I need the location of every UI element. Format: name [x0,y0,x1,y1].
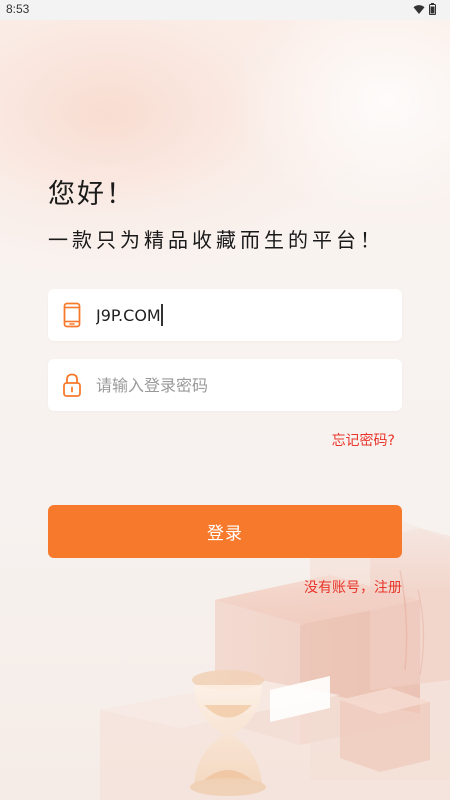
login-screen: 8:53 您好！ 一款只为精品收藏而生的平台！ J9P.COM 忘记密码? 登录… [0,0,450,800]
account-input[interactable] [96,289,386,341]
password-field[interactable] [48,359,402,411]
password-input[interactable] [96,359,386,411]
text-caret [161,304,163,326]
forgot-password-link[interactable]: 忘记密码? [332,430,395,450]
background-highlight [230,20,450,220]
phone-icon [63,302,81,328]
battery-icon [429,3,436,15]
lock-icon [63,373,81,397]
register-link[interactable]: 没有账号，注册 [304,577,402,597]
wifi-icon [413,4,425,14]
greeting-title: 您好！ [48,179,135,210]
status-bar: 8:53 [0,0,450,20]
status-icons [413,3,436,15]
status-time: 8:53 [6,2,30,16]
account-field[interactable] [48,289,402,341]
greeting-subtitle: 一款只为精品收藏而生的平台！ [48,228,384,252]
login-button[interactable]: 登录 [48,505,402,558]
